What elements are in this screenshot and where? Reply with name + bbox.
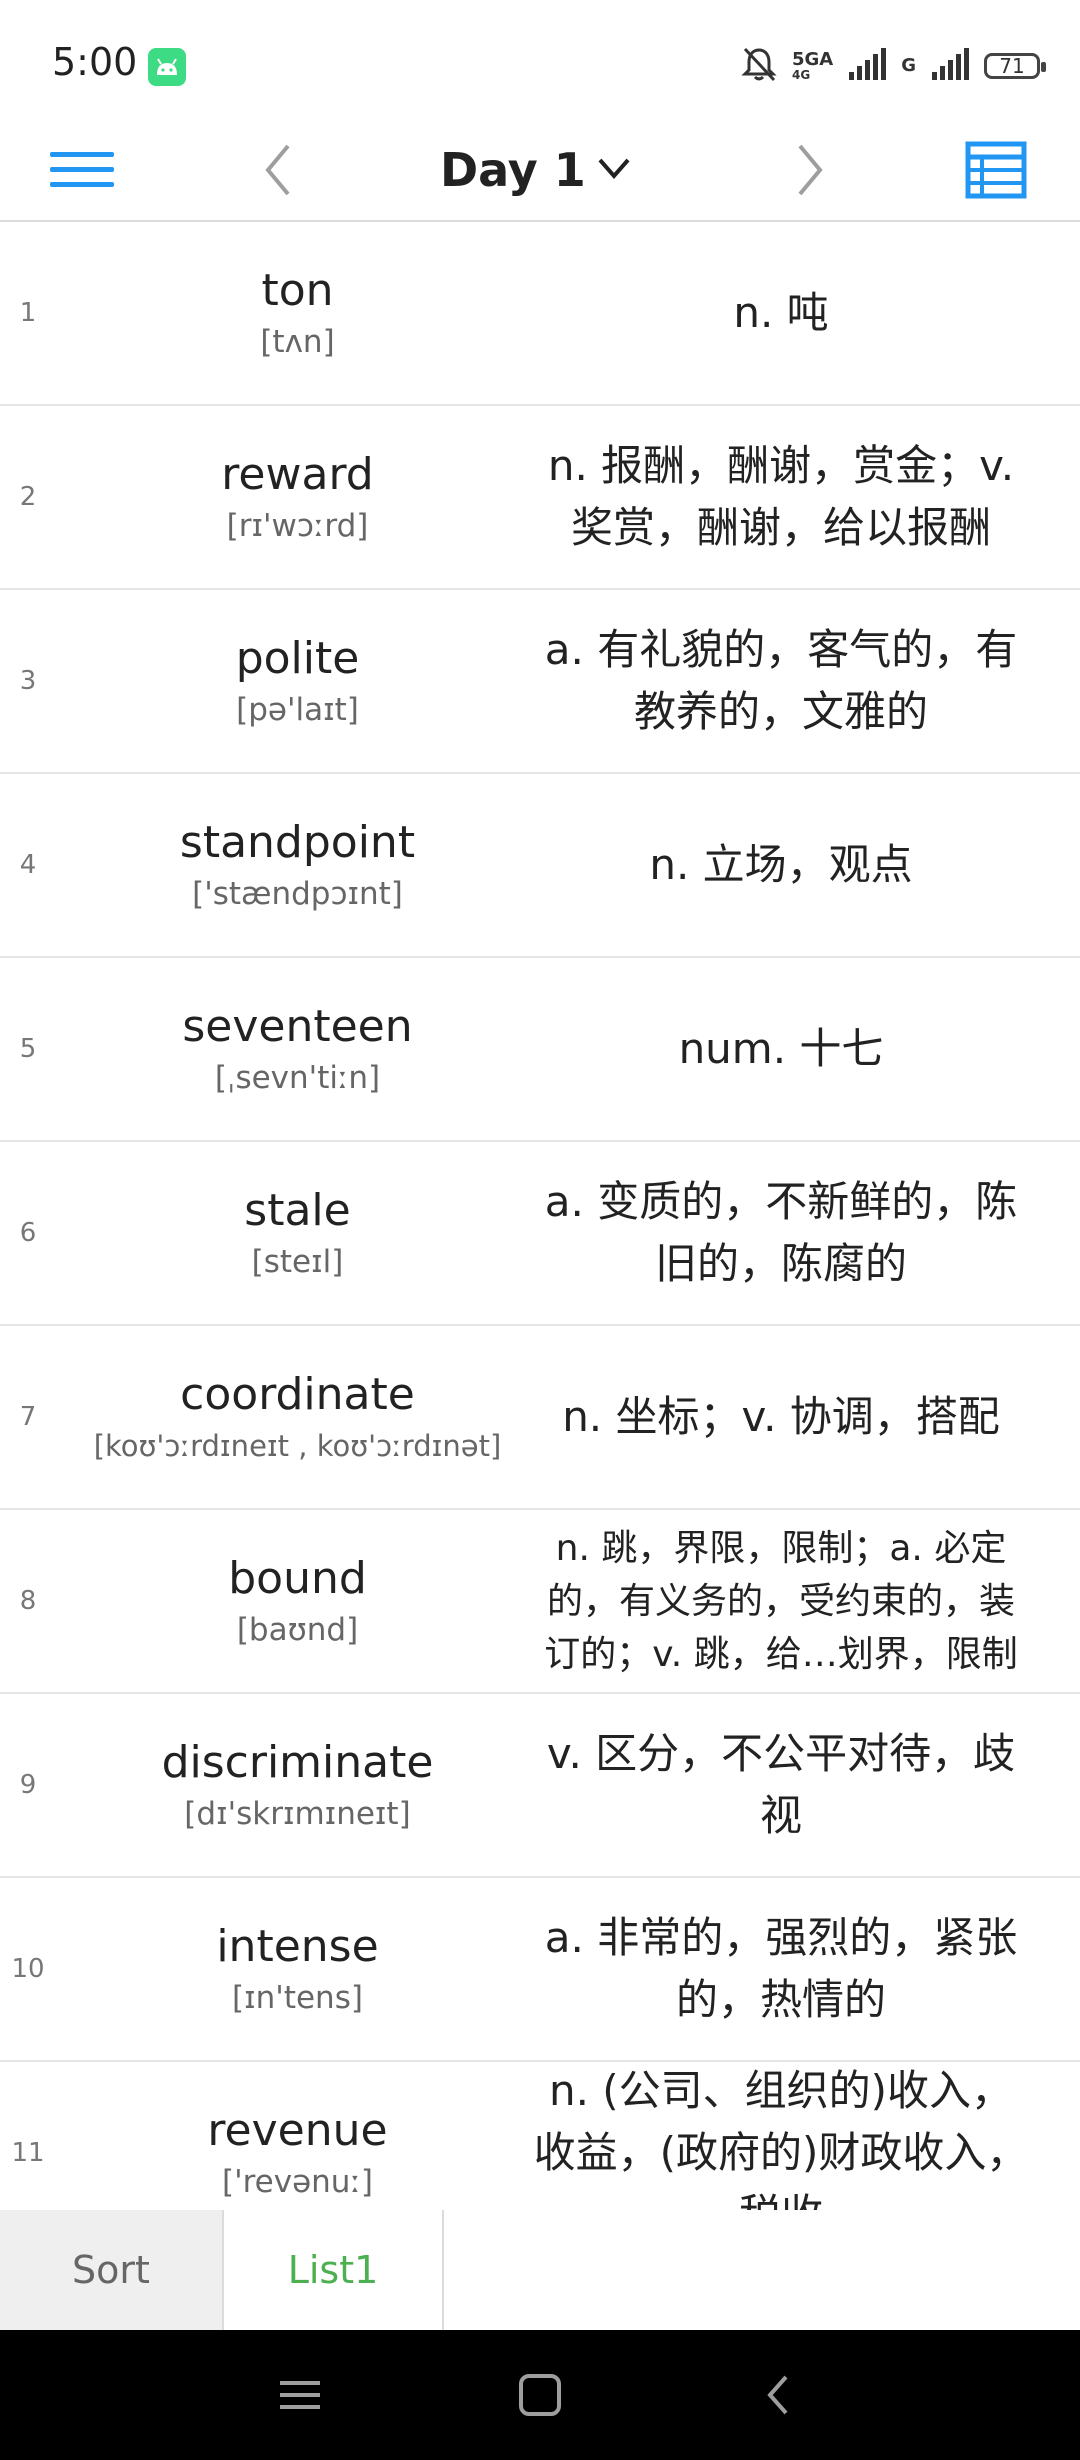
list-item[interactable]: 4 standpoint ['stændpɔɪnt] n. 立场，观点 [0, 774, 1080, 958]
word-column: ton [tʌn] [70, 222, 525, 404]
item-index: 3 [19, 666, 37, 696]
definition: n. (公司、组织的)收入，收益，(政府的)财政收入，税收 [533, 2066, 1029, 2210]
definition: a. 有礼貌的，客气的，有教养的，文雅的 [544, 625, 1018, 736]
phonetic: [dɪ'skrɪmɪneɪt] [184, 1796, 411, 1832]
word-column: standpoint ['stændpɔɪnt] [70, 774, 525, 956]
list-item[interactable]: 11 revenue ['revənuː] n. (公司、组织的)收入，收益，(… [0, 2062, 1080, 2210]
network-type-1: 5GA 4G [791, 49, 834, 82]
word: revenue [207, 2105, 388, 2156]
definition: n. 跳，界限，限制；a. 必定的，有义务的，受约束的，装订的；v. 跳，给…划… [544, 1527, 1018, 1675]
word-column: stale [steɪl] [70, 1142, 525, 1324]
definition: a. 变质的，不新鲜的，陈旧的，陈腐的 [544, 1177, 1018, 1288]
status-icons: 5GA 4G G 71 [740, 44, 1046, 88]
list-item[interactable]: 3 polite [pə'laɪt] a. 有礼貌的，客气的，有教养的，文雅的 [0, 590, 1080, 774]
word-column: seventeen [ˌsevn'tiːn] [70, 958, 525, 1140]
word: intense [216, 1921, 379, 1972]
day-selector[interactable]: Day 1 [440, 134, 632, 206]
list-item[interactable]: 7 coordinate [koʊ'ɔːrdɪneɪt , koʊ'ɔːrdɪn… [0, 1326, 1080, 1510]
word: stale [244, 1185, 351, 1236]
recents-icon[interactable] [270, 2365, 330, 2425]
word-column: coordinate [koʊ'ɔːrdɪneɪt , koʊ'ɔːrdɪnət… [70, 1326, 525, 1508]
phonetic: [baʊnd] [236, 1612, 359, 1648]
list-item[interactable]: 9 discriminate [dɪ'skrɪmɪneɪt] v. 区分，不公平… [0, 1694, 1080, 1878]
item-index: 7 [19, 1402, 37, 1432]
phonetic: ['stændpɔɪnt] [192, 876, 403, 912]
definition: n. 立场，观点 [649, 840, 913, 889]
chevron-left-icon[interactable] [248, 138, 312, 202]
phonetic: [pə'laɪt] [236, 692, 359, 728]
word: coordinate [180, 1369, 415, 1420]
list-item[interactable]: 10 intense [ɪn'tens] a. 非常的，强烈的，紧张的，热情的 [0, 1878, 1080, 2062]
network-type-2: G [901, 55, 916, 76]
battery-icon: 71 [984, 53, 1046, 79]
item-index: 4 [19, 850, 37, 880]
home-icon[interactable] [510, 2365, 570, 2425]
status-bar: 5:00 5GA 4G G 71 [0, 0, 1080, 120]
item-index: 9 [19, 1770, 37, 1800]
phonetic: [koʊ'ɔːrdɪneɪt , koʊ'ɔːrdɪnət] [93, 1429, 502, 1463]
android-icon [148, 48, 186, 86]
list-item[interactable]: 6 stale [steɪl] a. 变质的，不新鲜的，陈旧的，陈腐的 [0, 1142, 1080, 1326]
status-time: 5:00 [52, 40, 138, 84]
item-index: 6 [19, 1218, 37, 1248]
phonetic: [steɪl] [251, 1244, 344, 1280]
tab-sort[interactable]: Sort [0, 2210, 222, 2330]
list-item[interactable]: 2 reward [rɪ'wɔːrd] n. 报酬，酬谢，赏金；v. 奖赏，酬谢… [0, 406, 1080, 590]
word-column: bound [baʊnd] [70, 1510, 525, 1692]
chevron-down-icon [596, 150, 632, 190]
phonetic: [rɪ'wɔːrd] [226, 508, 369, 544]
phonetic: [ɪn'tens] [232, 1980, 363, 2016]
item-index: 11 [11, 2138, 45, 2168]
word: ton [261, 265, 334, 316]
definition: v. 区分，不公平对待，歧视 [546, 1729, 1016, 1840]
phonetic: [tʌn] [260, 324, 335, 360]
word-list[interactable]: 1 ton [tʌn] n. 吨 2 reward [rɪ'wɔːrd] n. … [0, 222, 1080, 2210]
list-item[interactable]: 5 seventeen [ˌsevn'tiːn] num. 十七 [0, 958, 1080, 1142]
word-column: revenue ['revənuː] [70, 2062, 525, 2210]
word: seventeen [182, 1001, 413, 1052]
word-column: discriminate [dɪ'skrɪmɪneɪt] [70, 1694, 525, 1876]
word-column: polite [pə'laɪt] [70, 590, 525, 772]
list-view-icon[interactable] [964, 138, 1028, 202]
battery-level: 71 [999, 54, 1025, 78]
item-index: 8 [19, 1586, 37, 1616]
word: bound [228, 1553, 367, 1604]
list-item[interactable]: 8 bound [baʊnd] n. 跳，界限，限制；a. 必定的，有义务的，受… [0, 1510, 1080, 1694]
bottom-tabs: Sort List1 [0, 2210, 1080, 2330]
signal-icon [930, 46, 970, 86]
toolbar: Day 1 [0, 120, 1080, 222]
word: polite [235, 633, 360, 684]
phonetic: ['revənuː] [221, 2164, 373, 2200]
item-index: 2 [19, 482, 37, 512]
phonetic: [ˌsevn'tiːn] [214, 1060, 381, 1096]
definition: n. 报酬，酬谢，赏金；v. 奖赏，酬谢，给以报酬 [547, 441, 1015, 552]
signal-icon [847, 46, 887, 86]
word-column: intense [ɪn'tens] [70, 1878, 525, 2060]
hamburger-menu-icon[interactable] [46, 138, 118, 202]
navigation-bar [0, 2330, 1080, 2460]
list-item[interactable]: 1 ton [tʌn] n. 吨 [0, 222, 1080, 406]
back-icon[interactable] [750, 2365, 810, 2425]
definition: a. 非常的，强烈的，紧张的，热情的 [544, 1913, 1018, 2024]
item-index: 10 [11, 1954, 45, 1984]
item-index: 5 [19, 1034, 37, 1064]
item-index: 1 [19, 298, 37, 328]
definition: n. 坐标；v. 协调，搭配 [562, 1392, 1000, 1441]
word: reward [221, 449, 374, 500]
definition: n. 吨 [733, 288, 829, 337]
definition: num. 十七 [678, 1024, 884, 1073]
word: standpoint [179, 817, 416, 868]
tab-list1[interactable]: List1 [222, 2210, 444, 2330]
page-title: Day 1 [440, 143, 586, 197]
chevron-right-icon[interactable] [776, 138, 840, 202]
word: discriminate [161, 1737, 434, 1788]
word-column: reward [rɪ'wɔːrd] [70, 406, 525, 588]
mute-bell-icon [740, 45, 778, 87]
